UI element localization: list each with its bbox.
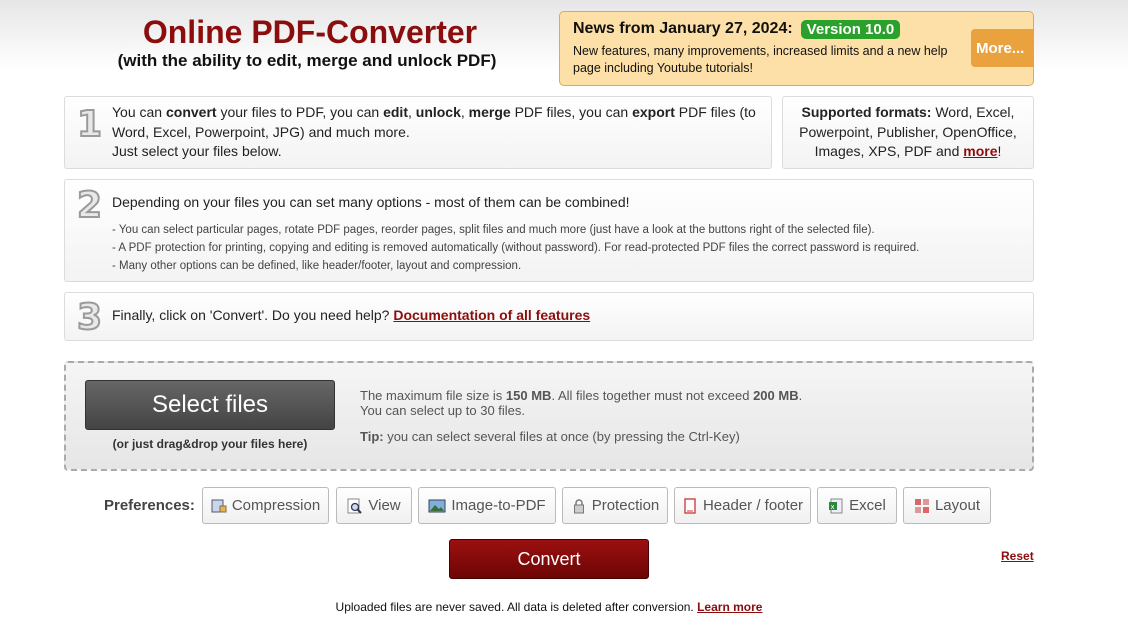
step1-box: 1 You can convert your files to PDF, you…	[64, 96, 772, 169]
privacy-footer: Uploaded files are never saved. All data…	[335, 600, 763, 614]
news-title-row: News from January 27, 2024: Version 10.0	[573, 19, 901, 39]
step2-bullets: - You can select particular pages, rotat…	[112, 221, 1027, 275]
image-icon	[428, 499, 446, 512]
lock-icon	[573, 498, 584, 513]
protection-button[interactable]: Protection	[562, 487, 668, 524]
drag-drop-hint: (or just drag&drop your files here)	[112, 437, 308, 451]
reset-link[interactable]: Reset	[1001, 549, 1034, 563]
list-item: - You can select particular pages, rotat…	[112, 224, 875, 236]
tip-text: Tip: you can select several files at onc…	[360, 429, 740, 444]
step2-box: 2 Depending on your files you can set ma…	[64, 179, 1034, 282]
learn-more-link[interactable]: Learn more	[697, 600, 762, 614]
file-dropzone[interactable]: Select files (or just drag&drop your fil…	[64, 361, 1034, 471]
layout-button[interactable]: Layout	[903, 487, 991, 524]
version-badge: Version 10.0	[800, 19, 901, 39]
formats-more-link[interactable]: more	[963, 143, 997, 159]
page-icon	[684, 497, 696, 514]
news-title: News from January 27, 2024:	[573, 20, 793, 37]
formats-box: Supported formats: Word, Excel, Powerpoi…	[782, 96, 1034, 169]
page-title: Online PDF-Converter	[142, 14, 478, 50]
magnifier-icon	[347, 498, 363, 514]
preferences-label: Preferences:	[104, 497, 195, 514]
select-files-button[interactable]: Select files	[85, 380, 335, 430]
formats-text: Supported formats: Word, Excel, Powerpoi…	[799, 104, 1017, 159]
news-box: News from January 27, 2024: Version 10.0…	[559, 11, 1034, 86]
step3-box: 3 Finally, click on 'Convert'. Do you ne…	[64, 292, 1034, 341]
header-footer-button[interactable]: Header / footer	[674, 487, 811, 524]
list-item: - A PDF protection for printing, copying…	[112, 242, 920, 254]
svg-text:x: x	[831, 503, 835, 511]
layout-icon	[914, 498, 929, 513]
step1-number: 1	[76, 104, 103, 145]
documentation-link[interactable]: Documentation of all features	[393, 307, 590, 323]
step2-heading: Depending on your files you can set many…	[112, 194, 630, 210]
step3-number: 3	[76, 297, 103, 338]
compression-icon	[211, 499, 227, 512]
excel-button[interactable]: x Excel	[817, 487, 897, 524]
news-more-button[interactable]: More...	[971, 29, 1034, 67]
page-subtitle: (with the ability to edit, merge and unl…	[117, 51, 497, 70]
file-limits-text: The maximum file size is 150 MB. All fil…	[360, 388, 803, 418]
excel-icon: x	[829, 498, 843, 513]
compression-button[interactable]: Compression	[202, 487, 329, 524]
step2-number: 2	[76, 185, 103, 226]
step3-text: Finally, click on 'Convert'. Do you need…	[112, 307, 591, 323]
view-button[interactable]: View	[336, 487, 412, 524]
list-item: - Many other options can be defined, lik…	[112, 260, 522, 272]
step1-line2: Just select your files below.	[112, 143, 282, 159]
image-to-pdf-button[interactable]: Image-to-PDF	[418, 487, 556, 524]
convert-button[interactable]: Convert	[449, 539, 649, 579]
step1-text: You can convert your files to PDF, you c…	[112, 104, 756, 159]
news-text: New features, many improvements, increas…	[573, 44, 948, 75]
